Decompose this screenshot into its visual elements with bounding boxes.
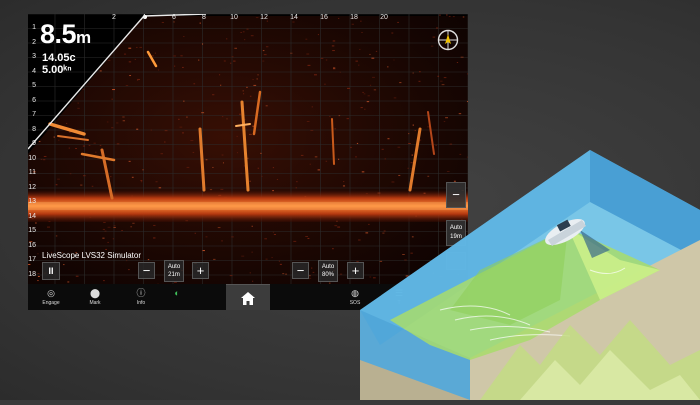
depth-scale-label: 2 — [28, 39, 36, 46]
range-scale-label: 20 — [380, 14, 388, 21]
depth-scale-label: 7 — [28, 111, 36, 118]
range-scale-label: 14 — [290, 14, 298, 21]
range-scale-label: 12 — [260, 14, 268, 21]
range-scale-label: 8 — [202, 14, 206, 21]
range-auto-value: 21m — [165, 271, 183, 279]
range-scale-label: 10 — [230, 14, 238, 21]
depth-scale-label: 12 — [28, 184, 36, 191]
waypoint-icon: ⬤ — [80, 286, 110, 300]
range-scale-label: 16 — [320, 14, 328, 21]
range-scale-label: 6 — [172, 14, 176, 21]
info-icon: ⓘ — [126, 286, 156, 300]
pause-button[interactable]: II — [42, 262, 60, 280]
depth-scale-label: 3 — [28, 53, 36, 60]
gain-auto-value: 80% — [319, 271, 337, 279]
info-button[interactable]: ⓘ Info — [126, 284, 156, 310]
range-scale-label: 2 — [112, 14, 116, 21]
depth-scale-label: 17 — [28, 256, 36, 263]
range-scale-label: 18 — [350, 14, 358, 21]
gain-minus-button[interactable]: − — [292, 262, 309, 279]
gain-auto-box[interactable]: Auto 80% — [318, 260, 338, 282]
depth-scale-label: 4 — [28, 68, 36, 75]
depth-scale-label: 5 — [28, 82, 36, 89]
globe-button[interactable]: ◐ — [162, 284, 192, 310]
depth-scale-label: 11 — [28, 169, 36, 176]
depth-scale-label: 16 — [28, 242, 36, 249]
depth-value: 8.5 — [40, 19, 76, 49]
globe-icon: ◐ — [162, 286, 192, 300]
water-temperature: 14.05c — [42, 52, 76, 64]
sonar-illustration — [360, 150, 700, 400]
depth-scale-label: 8 — [28, 126, 36, 133]
mark-button[interactable]: ⬤ Mark — [80, 284, 110, 310]
video-frame: 123456789101112131415161718 246810121416… — [0, 0, 700, 400]
simulator-label: LiveScope LVS32 Simulator — [42, 251, 141, 260]
boat-speed: 5.00ᵏⁿ — [42, 64, 72, 76]
range-minus-button[interactable]: − — [138, 262, 155, 279]
depth-scale-label: 14 — [28, 213, 36, 220]
depth-scale-label: 1 — [28, 24, 36, 31]
depth-scale-label: 9 — [28, 140, 36, 147]
engage-icon: ◎ — [36, 286, 66, 300]
range-auto-label: Auto — [165, 263, 183, 271]
depth-unit: m — [76, 28, 91, 47]
home-button[interactable] — [226, 284, 270, 310]
range-scale-label: 4 — [142, 14, 146, 21]
home-icon — [241, 292, 255, 305]
depth-scale-label: 13 — [28, 198, 36, 205]
engage-button[interactable]: ◎ Engage — [36, 284, 66, 310]
depth-readout: 8.5m — [40, 21, 91, 48]
depth-scale-label: 15 — [28, 227, 36, 234]
depth-scale-label: 10 — [28, 155, 36, 162]
depth-scale-label: 6 — [28, 97, 36, 104]
gain-auto-label: Auto — [319, 263, 337, 271]
range-auto-box[interactable]: Auto 21m — [164, 260, 184, 282]
depth-scale-label: 18 — [28, 271, 36, 278]
compass-icon[interactable] — [437, 29, 459, 51]
range-plus-button[interactable]: + — [192, 262, 209, 279]
